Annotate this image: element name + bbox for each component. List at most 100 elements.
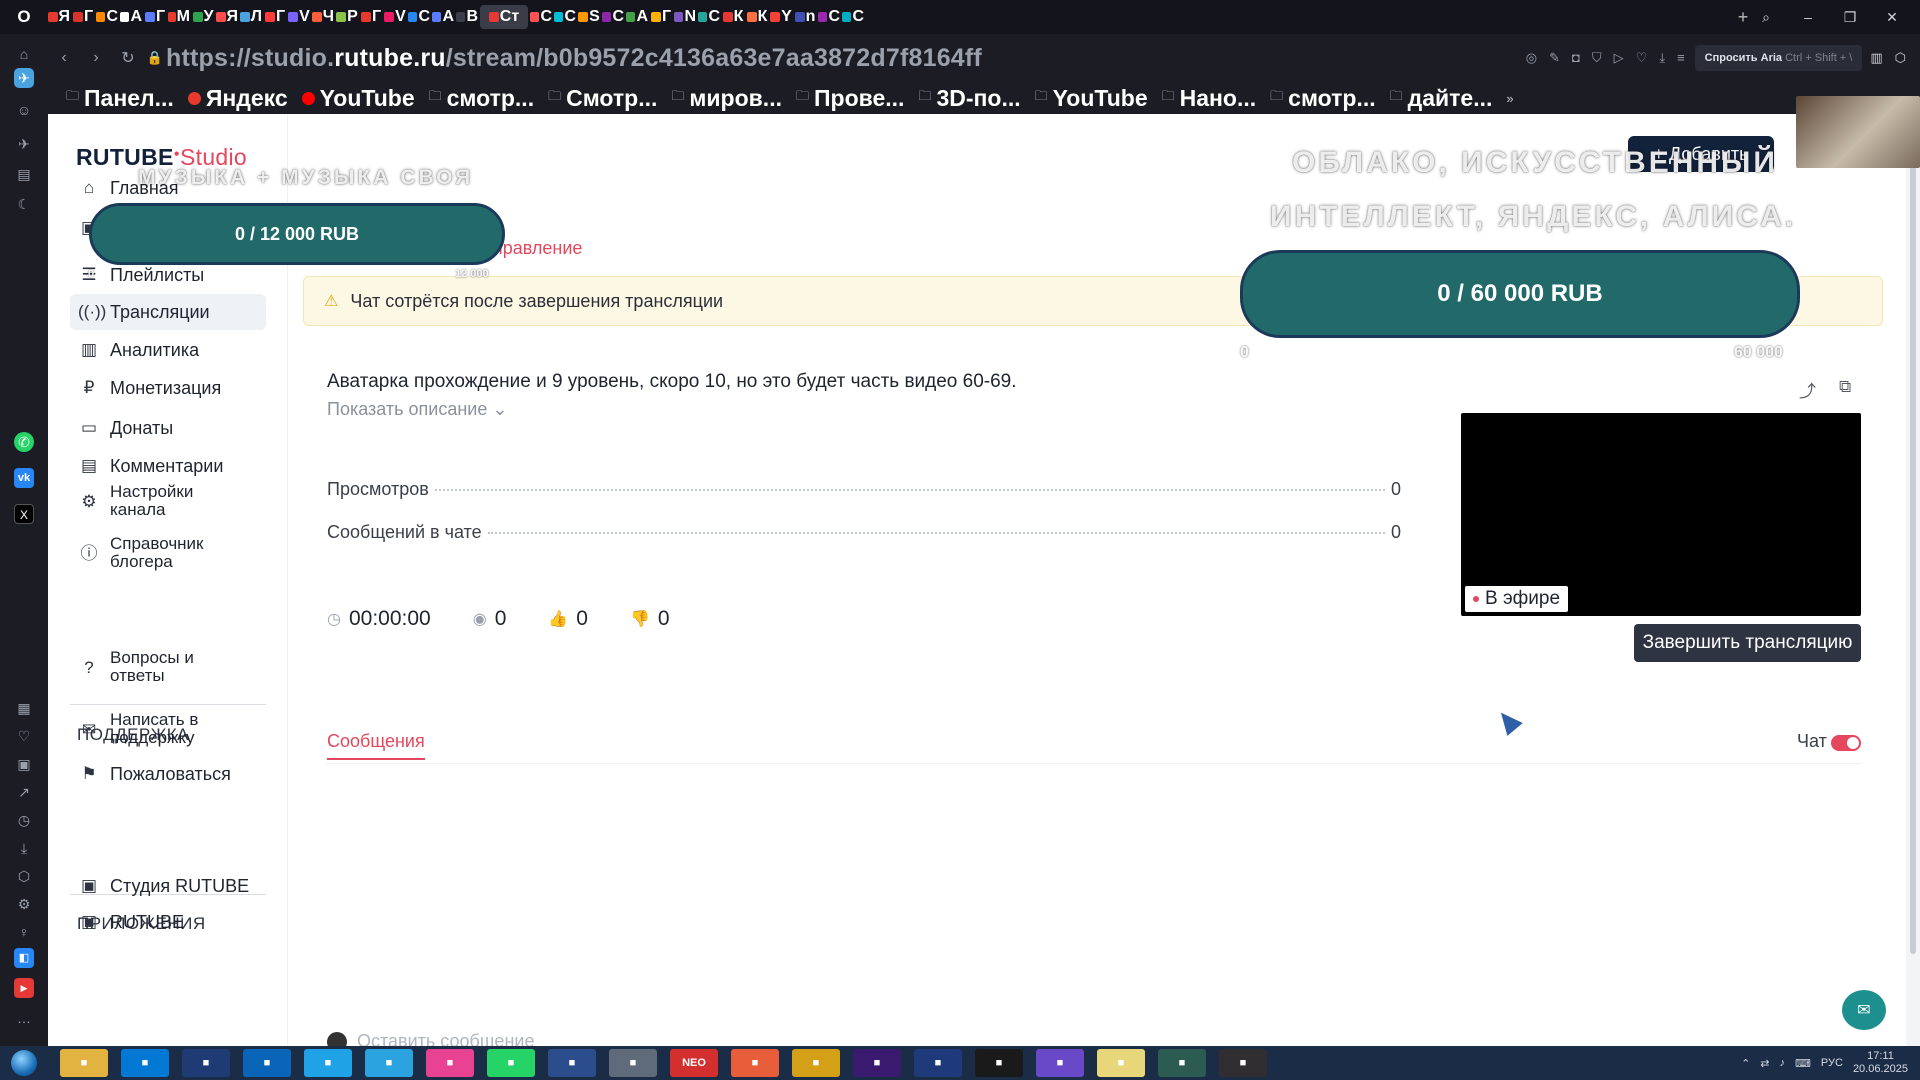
moon-icon[interactable]: ☾	[14, 194, 34, 214]
browser-tab[interactable]: Я	[216, 5, 238, 29]
heart-icon[interactable]: ♡	[1636, 50, 1648, 66]
tray-up-icon[interactable]: ⌃	[1741, 1057, 1750, 1070]
reload-icon[interactable]: ↻	[112, 48, 144, 68]
support-chat-button[interactable]: ✉	[1842, 990, 1886, 1030]
browser-tab[interactable]: Я	[48, 5, 70, 29]
lock-icon[interactable]: 🔒	[144, 50, 166, 66]
emoji-icon[interactable]: ☺	[14, 100, 34, 120]
download-icon[interactable]: ⤓	[14, 838, 34, 858]
end-stream-button[interactable]: Завершить трансляцию	[1634, 624, 1861, 662]
cube-icon[interactable]: ⬡	[1895, 50, 1906, 66]
browser-tab[interactable]: С	[842, 5, 864, 29]
network-icon[interactable]: ⇄	[1760, 1057, 1769, 1070]
volume-icon[interactable]: ♪	[1780, 1057, 1786, 1069]
share-icon[interactable]: ⤴	[1799, 377, 1816, 402]
bookmark-item[interactable]: 🗀 смотр...	[429, 85, 534, 112]
taskbar-app-notepad[interactable]: ■	[1097, 1049, 1145, 1077]
forward-icon[interactable]: ›	[80, 49, 112, 67]
browser-tab[interactable]: Y	[770, 5, 792, 29]
flow-icon[interactable]: ✈	[14, 134, 34, 154]
keyboard-icon[interactable]: ⌨	[1795, 1057, 1811, 1070]
bookmark-item[interactable]: Яндекс	[187, 85, 288, 112]
taskbar-app-winamp[interactable]: ■	[792, 1049, 840, 1077]
taskbar-app-nvidia[interactable]: ■	[914, 1049, 962, 1077]
chat-toggle[interactable]	[1831, 735, 1861, 751]
browser-tab[interactable]: n	[794, 5, 816, 29]
sidebar-item-8[interactable]: ⚙ Настройки канала	[70, 478, 266, 524]
apps-grid-icon[interactable]: ▦	[14, 698, 34, 718]
vk-icon[interactable]: vk	[14, 468, 34, 488]
taskbar-app-flower[interactable]: ■	[426, 1049, 474, 1077]
sidebar-item-9[interactable]: ⓘ Справочник блогера	[70, 530, 266, 576]
x-twitter-icon[interactable]: X	[14, 504, 34, 524]
browser-tab[interactable]: А	[626, 5, 648, 29]
browser-tab[interactable]: В	[456, 5, 478, 29]
external-link-icon[interactable]: ⧉	[1839, 377, 1851, 397]
browser-tab[interactable]: С	[602, 5, 624, 29]
browser-tab[interactable]: М	[168, 5, 190, 29]
url-field[interactable]: https://studio.rutube.ru/stream/b0b9572c…	[166, 44, 1526, 73]
app-item-1[interactable]: ▣ RUTUBE	[70, 904, 266, 940]
browser-tab[interactable]: Ст	[480, 5, 528, 29]
bookmark-item[interactable]: 🗀 смотр...	[1270, 85, 1375, 112]
more-icon[interactable]: …	[14, 1008, 34, 1028]
app-item-0[interactable]: ▣ Студия RUTUBE	[70, 868, 266, 904]
extension-icon[interactable]: ▥	[1870, 50, 1882, 66]
edit-icon[interactable]: ✎	[1549, 50, 1560, 66]
bookmark-item[interactable]: 🗀 3D-по...	[918, 85, 1020, 112]
cube-icon[interactable]: ⬡	[14, 866, 34, 886]
taskbar-app-windows[interactable]: ■	[121, 1049, 169, 1077]
taskbar-app-whatsapp[interactable]: ■	[487, 1049, 535, 1077]
app-icon[interactable]: ◧	[14, 948, 34, 968]
taskbar-app-malwarebytes[interactable]: ■	[182, 1049, 230, 1077]
youtube-icon[interactable]: ▶	[14, 978, 34, 998]
taskbar-app-opera[interactable]: ■	[975, 1049, 1023, 1077]
sidebar-item-6[interactable]: ▭ Донаты	[70, 410, 266, 446]
browser-tab[interactable]: V	[384, 5, 406, 29]
shield-icon[interactable]: ⛉	[1592, 50, 1602, 66]
show-description-link[interactable]: Показать описание ⌄	[327, 399, 507, 420]
close-icon[interactable]: ✕	[1882, 9, 1902, 26]
support-item-2[interactable]: ⚑ Пожаловаться	[70, 756, 266, 792]
vpn-icon[interactable]: ◎	[1526, 50, 1537, 66]
taskbar-app-settings[interactable]: ■	[609, 1049, 657, 1077]
browser-tab[interactable]: Г	[360, 5, 382, 29]
download-icon[interactable]: ⤓	[1659, 50, 1665, 66]
tab-messages[interactable]: Сообщения	[327, 731, 425, 760]
taskbar-app-screen[interactable]: ■	[1158, 1049, 1206, 1077]
gear-icon[interactable]: ⚙	[14, 894, 34, 914]
browser-tab[interactable]: С	[698, 5, 720, 29]
browser-tab[interactable]: А	[432, 5, 454, 29]
news-icon[interactable]: ▣	[14, 754, 34, 774]
taskbar-app-explorer[interactable]: ■	[60, 1049, 108, 1077]
browser-tab[interactable]: Р	[336, 5, 358, 29]
browser-tab[interactable]: Г	[144, 5, 166, 29]
browser-tab[interactable]: С	[96, 5, 118, 29]
stream-preview-player[interactable]: В эфире	[1461, 413, 1861, 616]
taskbar-app-telegram[interactable]: ■	[365, 1049, 413, 1077]
aria-button[interactable]: Спросить Aria Ctrl + Shift + \	[1694, 45, 1863, 71]
new-tab-button[interactable]: +	[1730, 7, 1756, 28]
aria-sidebar-icon[interactable]: ✈	[14, 68, 34, 88]
start-button[interactable]	[0, 1046, 48, 1080]
browser-tab[interactable]: Л	[240, 5, 262, 29]
browser-tab[interactable]: Г	[72, 5, 94, 29]
bookmark-item[interactable]: 🗀 Нано...	[1162, 85, 1257, 112]
browser-tab[interactable]: С	[530, 5, 552, 29]
sidebar-item-5[interactable]: ₽ Монетизация	[70, 370, 266, 406]
taskbar-app-edge[interactable]: ■	[304, 1049, 352, 1077]
taskbar-app-obs[interactable]: ■	[1219, 1049, 1267, 1077]
message-input[interactable]: Оставить сообщение	[327, 1031, 534, 1046]
taskbar-app-media[interactable]: ■	[853, 1049, 901, 1077]
play-icon[interactable]: ▷	[1614, 50, 1624, 66]
sidebar-item-3[interactable]: ((·)) Трансляции	[70, 294, 266, 330]
camera-icon[interactable]: ◘	[1572, 50, 1580, 66]
bookmark-item[interactable]: 🗀 Прове...	[796, 85, 904, 112]
menu-icon[interactable]: ≡	[1677, 50, 1685, 66]
bookmark-item[interactable]: 🗀 Смотр...	[548, 85, 657, 112]
heart-icon[interactable]: ♡	[14, 726, 34, 746]
browser-tab[interactable]: Г	[650, 5, 672, 29]
whatsapp-icon[interactable]: ✆	[14, 432, 34, 452]
bookmark-item[interactable]: 🗀 Панел...	[66, 85, 174, 112]
taskbar-app-NEO[interactable]: NEO	[670, 1049, 718, 1077]
